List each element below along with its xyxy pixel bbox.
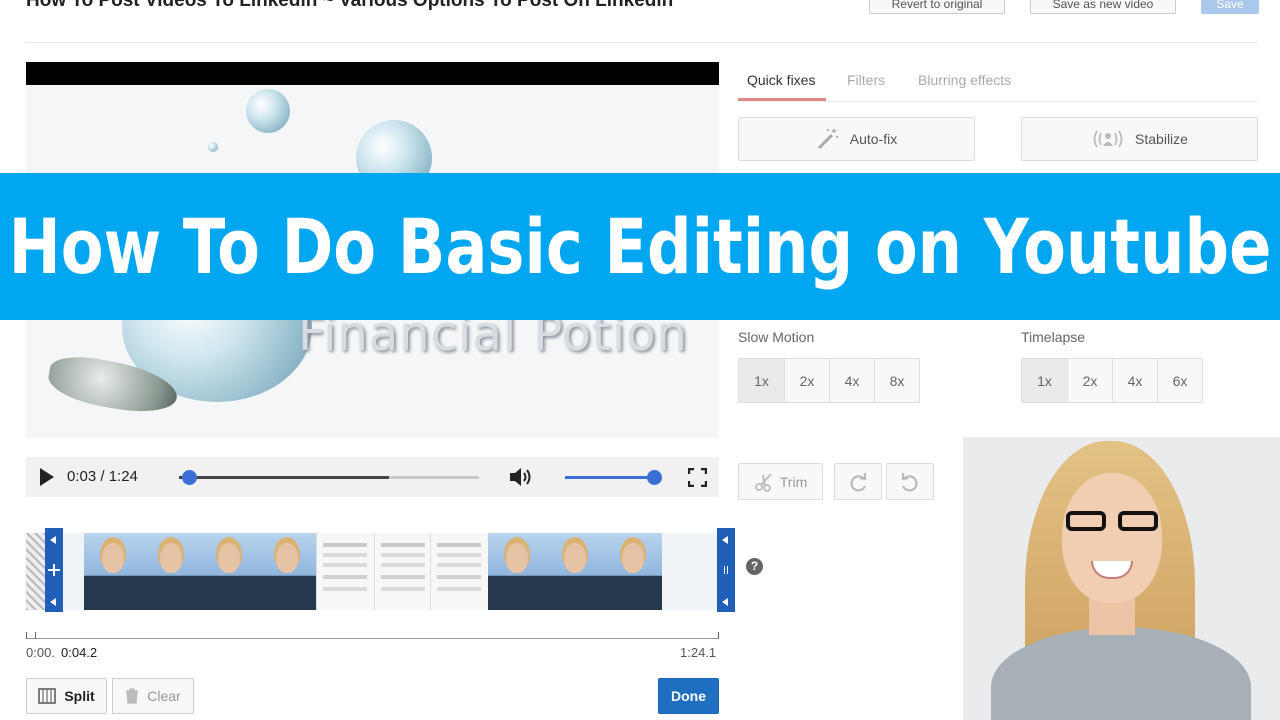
save-button[interactable]: Save xyxy=(1201,0,1259,14)
letterbox-bar xyxy=(26,62,719,85)
save-as-new-button[interactable]: Save as new video xyxy=(1030,0,1176,14)
timeline-frame xyxy=(604,533,662,610)
timelapse-selector: 1x 2x 4x 6x xyxy=(1021,358,1203,403)
redo-button[interactable] xyxy=(834,463,882,500)
undo-button[interactable] xyxy=(886,463,934,500)
timelapse-option[interactable]: 4x xyxy=(1112,359,1157,402)
tab-quick-fixes[interactable]: Quick fixes xyxy=(747,72,815,88)
volume-slider[interactable] xyxy=(565,476,655,479)
glasses-icon xyxy=(1066,511,1160,531)
timeline-frame xyxy=(258,533,316,610)
bubble-graphic xyxy=(208,142,218,152)
timeline-frame xyxy=(430,533,488,610)
stabilize-icon xyxy=(1093,130,1123,148)
banner-title: How To Do Basic Editing on Youtube xyxy=(8,202,1272,291)
tab-divider xyxy=(738,101,1258,102)
scrub-buffered xyxy=(179,476,389,479)
timeline-frame xyxy=(662,533,719,610)
slow-motion-option[interactable]: 1x xyxy=(739,359,784,402)
move-cursor-icon xyxy=(48,564,60,576)
undo-icon xyxy=(901,472,918,491)
header-divider xyxy=(26,42,1258,43)
presenter-video-inset xyxy=(963,437,1280,720)
timeline-frame xyxy=(200,533,258,610)
timeline-filmstrip[interactable] xyxy=(26,533,719,610)
timelapse-option[interactable]: 2x xyxy=(1067,359,1112,402)
play-icon[interactable] xyxy=(40,468,54,486)
volume-icon[interactable] xyxy=(508,466,534,488)
auto-fix-label: Auto-fix xyxy=(849,131,898,147)
trim-handle-right[interactable] xyxy=(717,528,735,612)
timeline-frame xyxy=(84,533,142,610)
timeline-frame xyxy=(316,533,374,610)
timeline-end-label: 1:24.1 xyxy=(680,645,717,660)
grip-icon xyxy=(724,566,728,574)
slow-motion-option[interactable]: 4x xyxy=(829,359,874,402)
arrow-left-icon xyxy=(722,598,728,606)
stabilize-label: Stabilize xyxy=(1135,131,1188,147)
magic-wand-icon xyxy=(817,129,838,150)
timelapse-option[interactable]: 6x xyxy=(1157,359,1202,402)
fullscreen-icon[interactable] xyxy=(688,468,707,487)
clear-label: Clear xyxy=(147,688,181,704)
timelapse-label: Timelapse xyxy=(1021,329,1086,345)
split-button[interactable]: Split xyxy=(26,678,107,714)
timeline-start-label: 0:00. xyxy=(26,645,55,660)
timeline-ruler xyxy=(26,638,719,639)
timeline-frame xyxy=(142,533,200,610)
ruler-tick-current xyxy=(35,632,36,639)
tab-blurring-effects[interactable]: Blurring effects xyxy=(918,72,1011,88)
timeline-frame xyxy=(488,533,546,610)
help-icon[interactable]: ? xyxy=(746,558,763,575)
scissors-icon xyxy=(754,472,772,492)
title-banner: How To Do Basic Editing on Youtube xyxy=(0,173,1280,320)
ruler-tick xyxy=(26,632,27,639)
trim-label: Trim xyxy=(779,473,808,490)
trim-handle-left[interactable] xyxy=(45,528,63,612)
scrub-handle[interactable] xyxy=(182,470,197,485)
timeline-frame xyxy=(374,533,432,610)
timelapse-option[interactable]: 1x xyxy=(1022,359,1067,402)
video-title: How To Post Videos To Linkedin ~ Various… xyxy=(26,0,674,11)
timeline-current-label: 0:04.2 xyxy=(61,645,98,660)
slow-motion-selector: 1x 2x 4x 8x xyxy=(738,358,920,403)
arrow-left-icon xyxy=(50,536,56,544)
arrow-left-icon xyxy=(722,536,728,544)
revert-button[interactable]: Revert to original xyxy=(869,0,1005,14)
done-button[interactable]: Done xyxy=(658,678,719,714)
player-controls: 0:03 / 1:24 xyxy=(26,457,719,497)
arrow-left-icon xyxy=(50,598,56,606)
clear-button[interactable]: Clear xyxy=(112,678,194,714)
ruler-tick xyxy=(718,632,719,639)
stabilize-button[interactable]: Stabilize xyxy=(1021,117,1258,161)
presenter-face xyxy=(1062,473,1162,603)
bubble-graphic xyxy=(246,89,290,133)
split-label: Split xyxy=(64,688,95,704)
slow-motion-label: Slow Motion xyxy=(738,329,815,345)
trim-button[interactable]: Trim xyxy=(738,463,823,500)
redo-icon xyxy=(850,472,867,491)
volume-handle[interactable] xyxy=(647,470,662,485)
scrub-bar[interactable] xyxy=(179,476,479,479)
tab-filters[interactable]: Filters xyxy=(847,72,885,88)
time-display: 0:03 / 1:24 xyxy=(67,468,138,485)
timeline-frame xyxy=(546,533,604,610)
slow-motion-option[interactable]: 2x xyxy=(784,359,829,402)
split-icon xyxy=(38,688,57,704)
slow-motion-option[interactable]: 8x xyxy=(874,359,919,402)
auto-fix-button[interactable]: Auto-fix xyxy=(738,117,975,161)
trash-icon xyxy=(126,688,139,704)
